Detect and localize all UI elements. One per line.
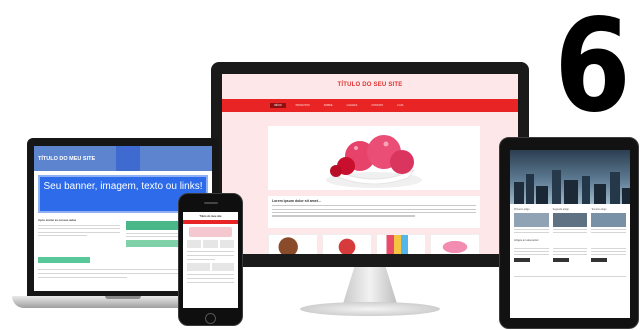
laptop-site-title: TÍTULO DO MEU SITE <box>38 155 96 162</box>
thumbnail-image[interactable] <box>268 234 318 254</box>
laptop-nav-item[interactable] <box>164 146 188 171</box>
phone-home-button <box>205 313 216 324</box>
desktop-article: Lorem ipsum dolor sit amet... <box>268 196 480 228</box>
desktop-site-header: TÍTULO DO SEU SITE <box>222 74 518 99</box>
desktop-nav-item[interactable]: LOJA <box>393 103 407 108</box>
desktop-monitor: TÍTULO DO SEU SITE INÍCIO PRODUTOS SOBRE… <box>211 62 529 267</box>
banner-text: Seu banner, imagem, texto ou links! <box>43 181 203 192</box>
tablet-article[interactable]: Terceiro artigo <box>591 208 627 233</box>
monitor-stand-neck <box>342 267 398 307</box>
tablet-screen: Primeiro artigo Segundo artigo Terceiro … <box>510 150 630 318</box>
smartphone: Título do meu site <box>178 193 243 326</box>
phone-screen: Título do meu site <box>183 212 238 308</box>
phone-grid <box>187 240 234 248</box>
thumbnail-image[interactable] <box>376 234 426 254</box>
phone-hero-image <box>189 227 232 237</box>
laptop-nav-item[interactable] <box>140 146 164 171</box>
laptop-notch <box>105 296 141 299</box>
desktop-nav-item[interactable]: PRODUTOS <box>292 103 314 108</box>
monitor-stand-base <box>300 302 440 316</box>
ice-cream-hero-image <box>268 126 480 190</box>
tablet-button[interactable] <box>552 258 569 262</box>
phone-nav-bar[interactable] <box>183 220 238 224</box>
desktop-screen: TÍTULO DO SEU SITE INÍCIO PRODUTOS SOBRE… <box>222 74 518 254</box>
phone-speaker <box>204 202 218 204</box>
desktop-site-title: TÍTULO DO SEU SITE <box>337 82 403 88</box>
laptop-left-column: Após enviar as nossas aulas <box>38 218 120 247</box>
desktop-nav-bar: INÍCIO PRODUTOS SOBRE GALERIA CONTATO LO… <box>222 99 518 112</box>
tablet-articles-row: Primeiro artigo Segundo artigo Terceiro … <box>510 204 630 233</box>
article-title: Lorem ipsum dolor sit amet... <box>272 199 321 203</box>
laptop-nav-item[interactable] <box>188 146 212 171</box>
responsive-devices-showcase: 6 TÍTULO DO SEU SITE INÍCIO PRODUTOS SOB… <box>0 0 641 330</box>
thumbnail-image[interactable] <box>430 234 480 254</box>
desktop-nav-item[interactable]: SOBRE <box>320 103 337 108</box>
step-number: 6 <box>554 0 631 141</box>
tablet-article[interactable]: Segundo artigo <box>552 208 588 233</box>
laptop-column-heading: Após enviar as nossas aulas <box>38 218 77 222</box>
desktop-nav-item[interactable]: INÍCIO <box>270 103 286 108</box>
article-text-lines <box>272 205 476 217</box>
thumbnail-image[interactable] <box>322 234 372 254</box>
desktop-nav-item[interactable]: CONTATO <box>367 103 387 108</box>
laptop-nav-bar <box>116 146 212 171</box>
tablet-article-title: Primeiro artigo <box>514 208 530 211</box>
desktop-nav-item[interactable]: GALERIA <box>343 103 362 108</box>
tablet-button[interactable] <box>514 258 530 262</box>
laptop-cta-button[interactable] <box>38 257 90 263</box>
tablet-button[interactable] <box>591 258 608 262</box>
tablet-section-title: Artigos em elementor <box>514 239 539 242</box>
phone-grid <box>187 263 234 271</box>
tablet-article[interactable]: Primeiro artigo <box>514 208 549 233</box>
tablet-article-title: Segundo artigo <box>552 208 569 211</box>
tablet: Primeiro artigo Segundo artigo Terceiro … <box>499 137 639 329</box>
tablet-text-row <box>510 242 630 262</box>
desktop-thumbnail-row <box>268 234 480 254</box>
laptop-site-header: TÍTULO DO MEU SITE <box>34 146 212 171</box>
tablet-article-title: Terceiro artigo <box>591 208 607 211</box>
tablet-city-hero-image <box>510 150 630 204</box>
phone-site-title: Título do meu site <box>199 215 222 218</box>
laptop-nav-item[interactable] <box>116 146 140 171</box>
